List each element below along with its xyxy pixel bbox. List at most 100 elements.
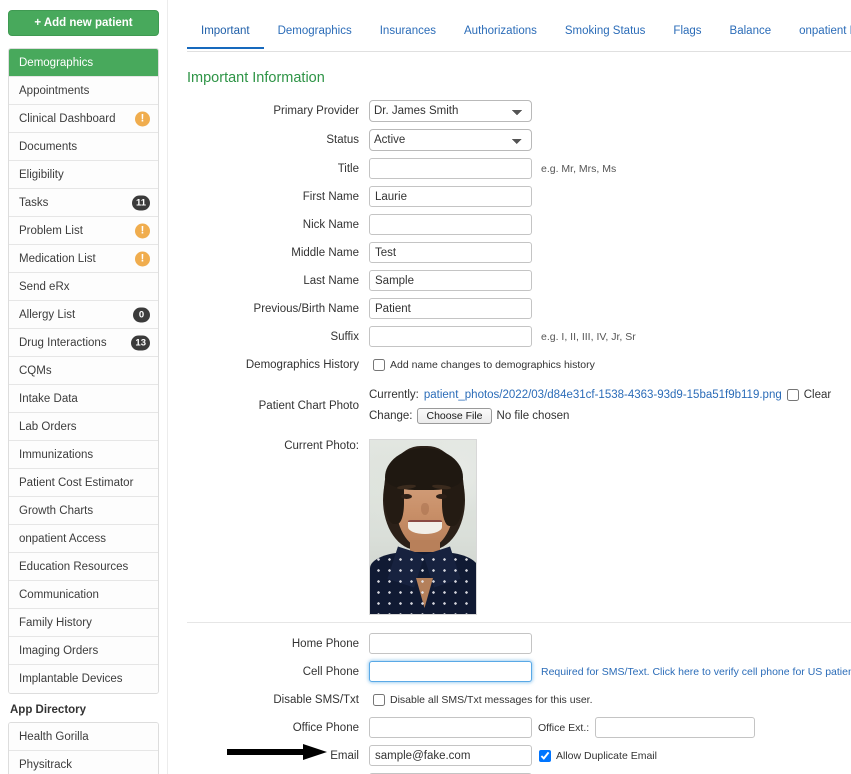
sidebar-item-patient-cost-estimator[interactable]: Patient Cost Estimator — [9, 469, 158, 497]
chart-photo-file-link[interactable]: patient_photos/2022/03/d84e31cf-1538-436… — [424, 389, 782, 401]
sidebar-item-documents[interactable]: Documents — [9, 133, 158, 161]
form-row-nick-name: Nick Name — [167, 214, 851, 235]
tab-authorizations[interactable]: Authorizations — [450, 24, 551, 47]
nick-name-input[interactable] — [369, 214, 532, 235]
sidebar-item-immunizations[interactable]: Immunizations — [9, 441, 158, 469]
tab-important[interactable]: Important — [187, 24, 264, 49]
form-row-last-name: Last Name — [167, 270, 851, 291]
office-phone-input[interactable] — [369, 717, 532, 738]
last-name-input[interactable] — [369, 270, 532, 291]
choose-file-button[interactable]: Choose File — [417, 408, 492, 424]
contact-information-form: Home Phone Cell Phone Required for SMS/T… — [167, 633, 851, 774]
sidebar-item-label: Allergy List — [19, 309, 76, 321]
sidebar-nav-group: Demographics Appointments Clinical Dashboa… — [8, 48, 159, 694]
demographics-history-checkbox-label: Add name changes to demographics history — [390, 358, 595, 371]
title-input[interactable] — [369, 158, 532, 179]
tab-smoking-status[interactable]: Smoking Status — [551, 24, 660, 47]
sidebar-item-label: Demographics — [19, 57, 94, 69]
disable-sms-checkbox[interactable] — [373, 693, 385, 706]
allow-duplicate-email-checkbox[interactable] — [539, 749, 551, 762]
sidebar-item-drug-interactions[interactable]: Drug Interactions 13 — [9, 329, 158, 357]
sidebar-item-label: Patient Cost Estimator — [19, 477, 134, 489]
page-title: Important Information — [187, 70, 325, 86]
sidebar-item-growth-charts[interactable]: Growth Charts — [9, 497, 158, 525]
sidebar-item-label: onpatient Access — [19, 533, 106, 545]
sidebar-item-eligibility[interactable]: Eligibility — [9, 161, 158, 189]
sidebar-item-label: Education Resources — [19, 561, 129, 573]
sidebar-item-demographics[interactable]: Demographics — [9, 49, 158, 77]
email-input[interactable] — [369, 745, 532, 766]
sidebar-item-communication[interactable]: Communication — [9, 581, 158, 609]
sidebar-item-problem-list[interactable]: Problem List! — [9, 217, 158, 245]
allow-duplicate-email-label: Allow Duplicate Email — [556, 749, 657, 762]
app-directory-item-health-gorilla[interactable]: Health Gorilla — [9, 723, 158, 751]
app-directory-heading: App Directory — [10, 704, 87, 716]
clear-photo-checkbox[interactable] — [786, 389, 799, 401]
chart-photo-current-line: Currently: patient_photos/2022/03/d84e31… — [369, 389, 851, 401]
disable-sms-label: Disable SMS/Txt — [273, 693, 359, 706]
count-badge: 11 — [131, 195, 150, 210]
count-badge: 0 — [133, 307, 150, 322]
sidebar-item-medication-list[interactable]: Medication List! — [9, 245, 158, 273]
cell-phone-label: Cell Phone — [302, 665, 359, 678]
no-file-chosen-text: No file chosen — [496, 410, 570, 422]
nick-name-label: Nick Name — [302, 218, 359, 231]
form-row-home-phone: Home Phone — [167, 633, 851, 654]
tab-flags[interactable]: Flags — [659, 24, 715, 47]
sidebar-item-label: Intake Data — [19, 393, 78, 405]
home-phone-input[interactable] — [369, 633, 532, 654]
sidebar-item-clinical-dashboard[interactable]: Clinical Dashboard! — [9, 105, 158, 133]
sidebar-item-lab-orders[interactable]: Lab Orders — [9, 413, 158, 441]
contact-section-divider — [187, 622, 851, 623]
sidebar-item-label: Communication — [19, 589, 99, 601]
sidebar-item-label: Medication List — [19, 253, 96, 265]
sidebar-item-label: Family History — [19, 617, 92, 629]
sidebar-item-onpatient-access[interactable]: onpatient Access — [9, 525, 158, 553]
suffix-label: Suffix — [330, 330, 359, 343]
demographics-history-label: Demographics History — [245, 358, 359, 371]
previous-birth-name-input[interactable] — [369, 298, 532, 319]
status-select[interactable]: Active — [369, 129, 532, 151]
last-name-label: Last Name — [303, 274, 359, 287]
sidebar-item-cqms[interactable]: CQMs — [9, 357, 158, 385]
status-label: Status — [326, 134, 359, 146]
first-name-input[interactable] — [369, 186, 532, 207]
sidebar-item-intake-data[interactable]: Intake Data — [9, 385, 158, 413]
primary-provider-select[interactable]: Dr. James Smith — [369, 100, 532, 122]
primary-provider-label: Primary Provider — [273, 105, 359, 117]
cell-phone-verify-link[interactable]: Required for SMS/Text. Click here to ver… — [541, 666, 851, 678]
tab-insurances[interactable]: Insurances — [366, 24, 450, 47]
office-ext-input[interactable] — [595, 717, 756, 738]
sidebar-item-label: Implantable Devices — [19, 673, 123, 685]
form-row-patient-chart-photo: Patient Chart Photo Currently: patient_p… — [167, 389, 851, 424]
tab-balance[interactable]: Balance — [716, 24, 786, 47]
sidebar-item-implantable-devices[interactable]: Implantable Devices — [9, 665, 158, 693]
middle-name-input[interactable] — [369, 242, 532, 263]
sidebar-item-label: Tasks — [19, 197, 49, 209]
app-directory-item-physitrack[interactable]: Physitrack — [9, 751, 158, 774]
form-row-status: Status Active — [167, 129, 851, 151]
suffix-input[interactable] — [369, 326, 532, 347]
sidebar-item-label: Send eRx — [19, 281, 70, 293]
sidebar-item-appointments[interactable]: Appointments — [9, 77, 158, 105]
add-new-patient-button[interactable]: + Add new patient — [8, 10, 159, 36]
sidebar-item-imaging-orders[interactable]: Imaging Orders — [9, 637, 158, 665]
sidebar-item-label: Immunizations — [19, 449, 94, 461]
form-row-middle-name: Middle Name — [167, 242, 851, 263]
cell-phone-input[interactable] — [369, 661, 532, 682]
sidebar-item-label: Appointments — [19, 85, 90, 97]
sidebar-item-family-history[interactable]: Family History — [9, 609, 158, 637]
form-row-current-photo: Current Photo: — [167, 439, 851, 615]
form-row-demographics-history: Demographics History Add name changes to… — [167, 354, 851, 375]
sidebar-item-send-erx[interactable]: Send eRx — [9, 273, 158, 301]
disable-sms-checkbox-label: Disable all SMS/Txt messages for this us… — [390, 693, 593, 706]
demographics-history-checkbox[interactable] — [373, 358, 385, 371]
sidebar-item-education-resources[interactable]: Education Resources — [9, 553, 158, 581]
sidebar-item-label: Imaging Orders — [19, 645, 99, 657]
sidebar-item-tasks[interactable]: Tasks 11 — [9, 189, 158, 217]
sidebar-item-allergy-list[interactable]: Allergy List 0 — [9, 301, 158, 329]
tab-demographics[interactable]: Demographics — [264, 24, 366, 47]
tab-bar: Important Demographics Insurances Authoriza… — [187, 24, 851, 52]
tab-onpatient-payments[interactable]: onpatient Payments — [785, 24, 851, 47]
form-row-title: Title e.g. Mr, Mrs, Ms — [167, 158, 851, 179]
